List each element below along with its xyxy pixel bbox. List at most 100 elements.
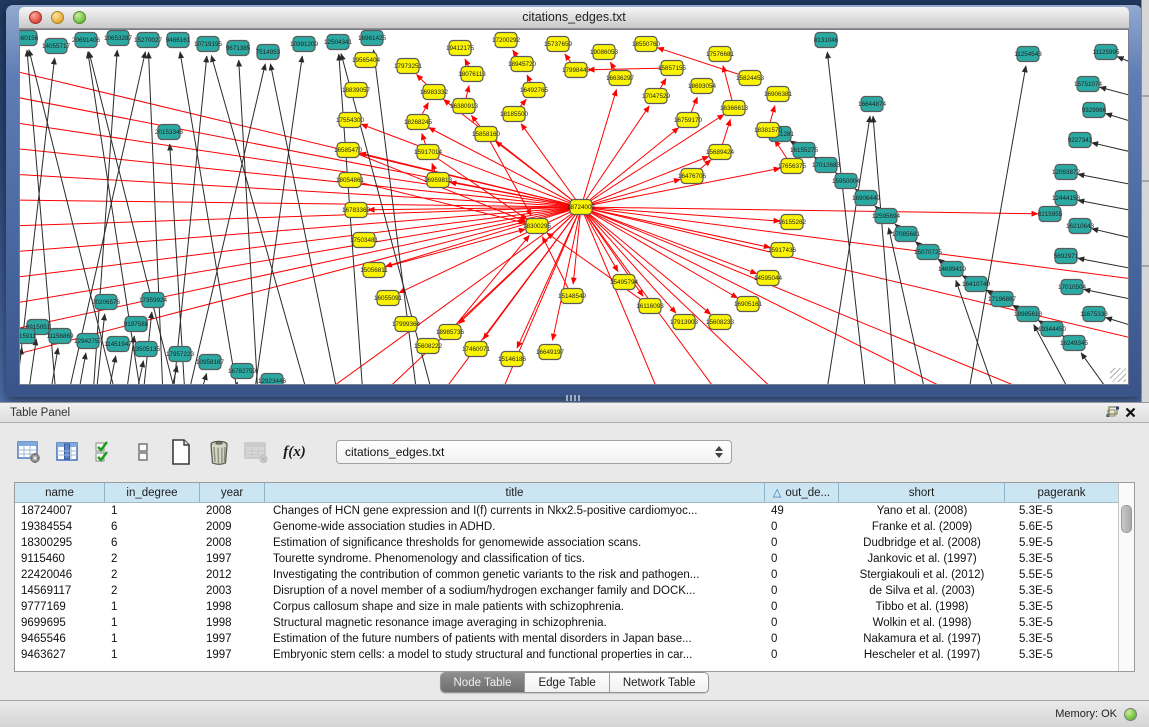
table-cell[interactable]: Jankovic et al. (1997) [839, 553, 1005, 565]
graph-node[interactable]: 15737659 [544, 37, 573, 52]
graph-node[interactable]: 17576681 [706, 47, 735, 62]
table-cell[interactable]: 6 [105, 537, 200, 549]
table-cell[interactable]: 2003 [200, 585, 265, 597]
graph-node[interactable]: 9560156 [20, 31, 39, 46]
graph-node[interactable]: 17196887 [988, 292, 1017, 307]
table-row[interactable]: 911546021997Tourette syndrome. Phenomeno… [15, 551, 1118, 567]
graph-node[interactable]: 11675338 [1080, 307, 1108, 322]
table-row[interactable]: 946554611997Estimation of the future num… [15, 631, 1118, 647]
graph-node[interactable]: 19086053 [590, 45, 619, 60]
graph-node[interactable]: 20691406 [72, 33, 101, 48]
graph-node[interactable]: 15857155 [658, 61, 687, 76]
graph-node[interactable]: 18985618 [1014, 307, 1043, 322]
graph-node[interactable]: 8215955 [1038, 207, 1063, 222]
table-cell[interactable]: 5.3E-5 [1005, 649, 1118, 661]
table-cell[interactable]: Structural magnetic resonance image aver… [265, 617, 765, 629]
tab-edge-table[interactable]: Edge Table [524, 673, 608, 692]
graph-node[interactable]: 18381570 [754, 123, 783, 138]
graph-node[interactable]: 16410749 [962, 277, 991, 292]
graph-node[interactable]: 16644874 [858, 97, 887, 112]
graph-node[interactable]: 20153346 [155, 125, 184, 140]
column-header-year[interactable]: year [200, 483, 265, 502]
graph-node[interactable]: 17047529 [642, 89, 671, 104]
table-cell[interactable]: 14569117 [15, 585, 105, 597]
table-cell[interactable]: 1997 [200, 553, 265, 565]
table-cell[interactable]: 5.3E-5 [1005, 617, 1118, 629]
graph-node[interactable]: 16649197 [536, 345, 565, 360]
graph-node[interactable]: 19344450 [1038, 322, 1067, 337]
graph-node[interactable]: 16116093 [636, 299, 664, 314]
table-cell[interactable]: Tibbo et al. (1998) [839, 601, 1005, 613]
graph-node[interactable]: 18839057 [342, 83, 371, 98]
graph-node[interactable]: 12942757 [74, 334, 103, 349]
graph-node[interactable]: 9227343 [1068, 133, 1093, 148]
table-cell[interactable]: Dudbridge et al. (2008) [839, 537, 1005, 549]
table-cell[interactable]: 2008 [200, 537, 265, 549]
graph-node[interactable]: 18300295 [523, 219, 552, 234]
graph-node[interactable]: 14055717 [42, 39, 71, 54]
column-header-in_degree[interactable]: in_degree [105, 483, 200, 502]
table-cell[interactable]: Estimation of the future numbers of pati… [265, 633, 765, 645]
table-select-dropdown[interactable]: citations_edges.txt [336, 440, 732, 464]
network-graph[interactable]: 1872400718300295956015614055717206914061… [20, 30, 1128, 385]
table-cell[interactable]: 2012 [200, 569, 265, 581]
table-row[interactable]: 1938455462009Genome-wide association stu… [15, 519, 1118, 535]
graph-node[interactable]: 18185500 [500, 107, 529, 122]
window-titlebar[interactable]: citations_edges.txt [19, 7, 1129, 29]
table-cell[interactable]: 0 [765, 537, 839, 549]
tab-network-table[interactable]: Network Table [609, 673, 709, 692]
table-row[interactable]: 1830029562008Estimation of significance … [15, 535, 1118, 551]
table-cell[interactable]: 0 [765, 521, 839, 533]
graph-node[interactable]: 8131046 [814, 33, 839, 48]
graph-node[interactable]: 10391209 [290, 37, 319, 52]
graph-node[interactable]: 9671385 [226, 41, 251, 56]
table-cell[interactable]: 5.3E-5 [1005, 601, 1118, 613]
table-cell[interactable]: Wolkin et al. (1998) [839, 617, 1005, 629]
table-row[interactable]: 977716911998Corpus callosum shape and si… [15, 599, 1118, 615]
table-cell[interactable]: 0 [765, 617, 839, 629]
graph-node[interactable]: 16492765 [520, 83, 549, 98]
graph-node[interactable]: 12093872 [1052, 165, 1081, 180]
graph-node[interactable]: 17656375 [778, 159, 807, 174]
table-cell[interactable]: 5.5E-5 [1005, 569, 1118, 581]
table-row[interactable]: 946362711997Embryonic stem cells: a mode… [15, 647, 1118, 663]
table-cell[interactable]: 1 [105, 505, 200, 517]
table-cell[interactable]: Genome-wide association studies in ADHD. [265, 521, 765, 533]
table-cell[interactable]: Corpus callosum shape and size in male p… [265, 601, 765, 613]
column-header-out_de[interactable]: △out_de... [765, 483, 839, 502]
graph-node[interactable]: 15495794 [610, 275, 639, 290]
table-cell[interactable]: 1 [105, 601, 200, 613]
graph-node[interactable]: 15858160 [472, 127, 501, 142]
table-cell[interactable]: 1997 [200, 649, 265, 661]
table-cell[interactable]: de Silva et al. (2003) [839, 585, 1005, 597]
graph-node[interactable]: 18268245 [404, 115, 433, 130]
delete-trash-icon[interactable] [206, 440, 231, 465]
graph-node[interactable]: 16249345 [1060, 336, 1089, 351]
table-cell[interactable]: 9777169 [15, 601, 105, 613]
graph-node[interactable]: 18076113 [458, 67, 486, 82]
table-cell[interactable]: 0 [765, 553, 839, 565]
graph-node[interactable]: 16380913 [450, 99, 479, 114]
graph-node[interactable]: 16585470 [334, 143, 363, 158]
table-cell[interactable]: 5.3E-5 [1005, 505, 1118, 517]
table-cell[interactable]: 22420046 [15, 569, 105, 581]
table-cell[interactable]: 6 [105, 521, 200, 533]
table-cell[interactable]: Tourette syndrome. Phenomenology and cla… [265, 553, 765, 565]
table-cell[interactable]: 1 [105, 617, 200, 629]
graph-node[interactable]: 15070725 [914, 245, 943, 260]
graph-node[interactable]: 10719195 [194, 37, 223, 52]
table-cell[interactable]: 9463627 [15, 649, 105, 661]
graph-node[interactable]: 19565404 [352, 53, 381, 68]
new-file-icon[interactable] [168, 440, 193, 465]
graph-node[interactable]: 16759170 [674, 113, 703, 128]
graph-node[interactable]: 10653287 [104, 31, 133, 46]
table-cell[interactable]: 5.6E-5 [1005, 521, 1118, 533]
graph-node[interactable]: 16155275 [790, 143, 819, 158]
table-cell[interactable]: 0 [765, 633, 839, 645]
table-cell[interactable]: 0 [765, 569, 839, 581]
tab-node-table[interactable]: Node Table [441, 673, 525, 692]
table-cell[interactable]: 2008 [200, 505, 265, 517]
table-cell[interactable]: 49 [765, 505, 839, 517]
graph-node[interactable]: 16210643 [1066, 219, 1095, 234]
graph-node[interactable]: 17085681 [892, 227, 921, 242]
